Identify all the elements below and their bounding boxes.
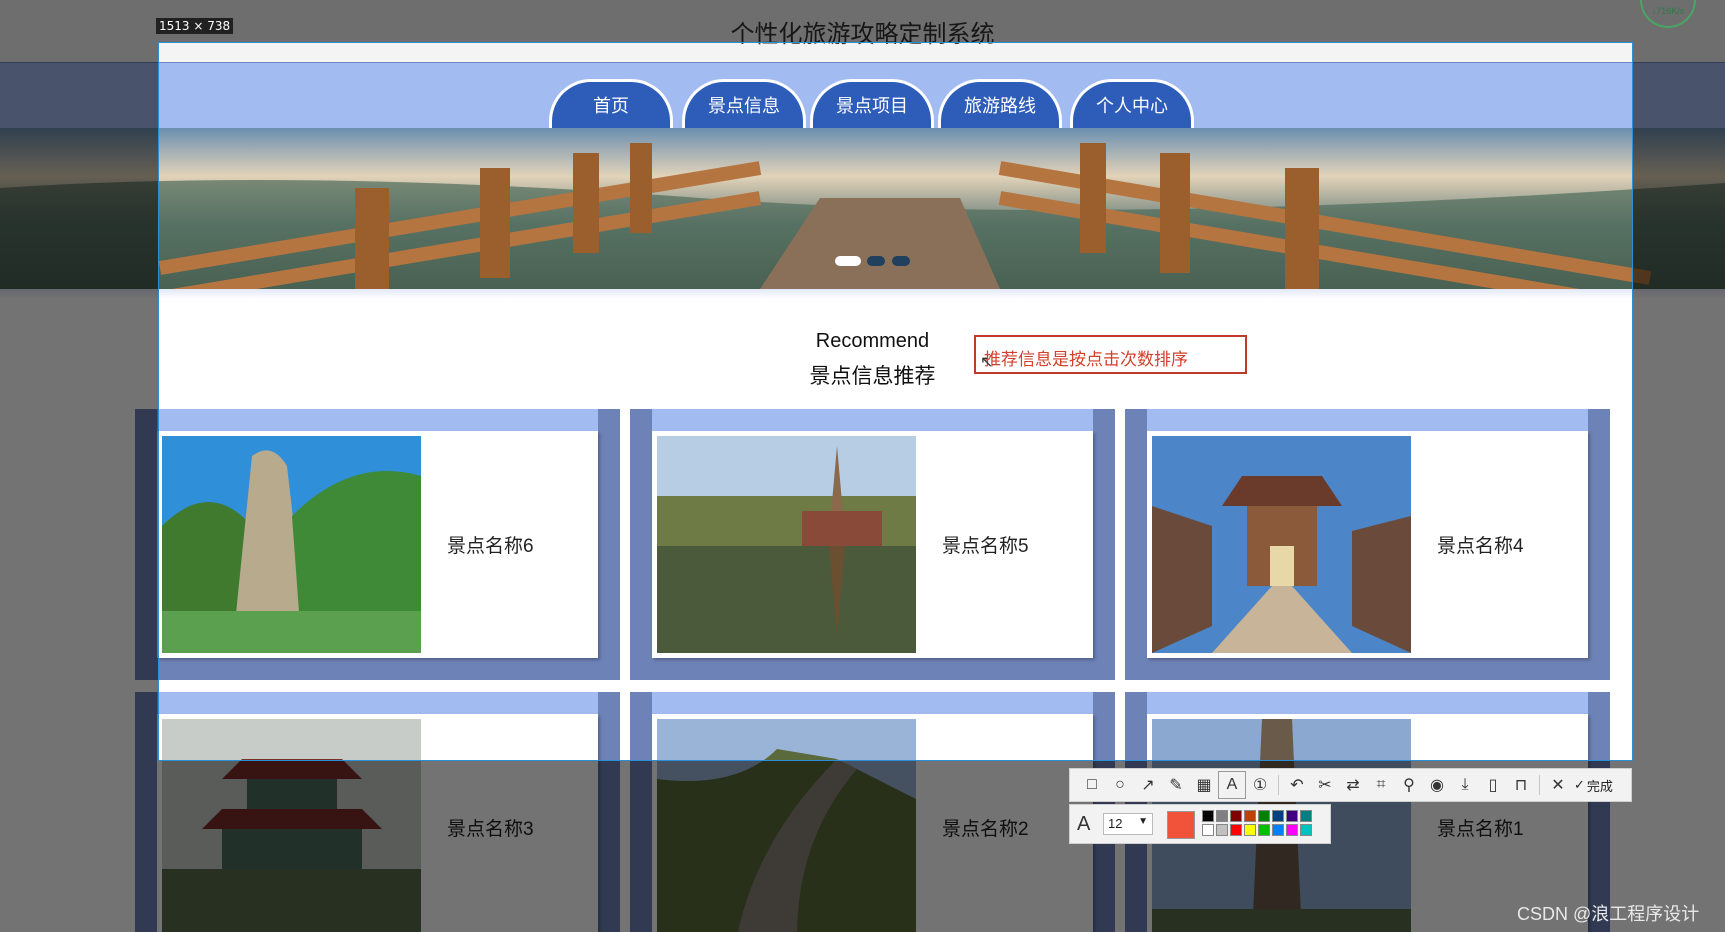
chevron-down-icon: ▼ <box>1138 816 1148 827</box>
color-swatch[interactable] <box>1300 824 1312 836</box>
undo-icon[interactable]: ↶ <box>1283 771 1311 799</box>
screenshot-dim-top <box>158 0 1633 42</box>
color-swatch[interactable] <box>1230 824 1242 836</box>
text-icon[interactable]: A <box>1218 771 1246 799</box>
cut-icon[interactable]: ✂ <box>1311 771 1339 799</box>
translate-icon[interactable]: ⇄ <box>1339 771 1367 799</box>
selection-size-label: 1513 × 738 <box>156 18 234 34</box>
done-button[interactable]: ✓ 完成 <box>1574 776 1613 795</box>
color-swatch[interactable] <box>1286 810 1298 822</box>
attraction-name[interactable]: 景点名称2 <box>942 814 1029 841</box>
long-screenshot-icon[interactable]: ▯ <box>1479 771 1507 799</box>
color-swatch[interactable] <box>1216 824 1228 836</box>
watermark: CSDN @浪工程序设计 <box>1517 904 1700 924</box>
color-swatch[interactable] <box>1216 810 1228 822</box>
toolbar-separator <box>1278 775 1279 795</box>
toolbar-separator <box>1539 775 1540 795</box>
ellipse-icon[interactable]: ○ <box>1106 771 1134 799</box>
screenshot-selection-frame[interactable] <box>158 42 1633 761</box>
color-swatch[interactable] <box>1202 824 1214 836</box>
pencil-icon[interactable]: ✎ <box>1162 771 1190 799</box>
screenshot-dim-right <box>1633 0 1725 761</box>
ocr-icon[interactable]: ⌗ <box>1367 771 1395 799</box>
color-swatch[interactable] <box>1272 810 1284 822</box>
color-swatch[interactable] <box>1244 810 1256 822</box>
color-swatch[interactable] <box>1258 824 1270 836</box>
color-swatch[interactable] <box>1300 810 1312 822</box>
checkmark-icon: ✓ <box>1574 777 1585 792</box>
color-swatch[interactable] <box>1230 810 1242 822</box>
screenshot-toolbar: □ ○ ↗ ✎ ▦ A ① ↶ ✂ ⇄ ⌗ ⚲ ◉ ⤓ ▯ ⊓ ✕ ✓ 完成 <box>1069 768 1632 802</box>
record-icon[interactable]: ◉ <box>1423 771 1451 799</box>
current-color-swatch[interactable] <box>1167 811 1195 839</box>
font-icon: A <box>1077 813 1091 835</box>
screenshot-dim-left <box>0 0 158 761</box>
color-swatch[interactable] <box>1272 824 1284 836</box>
text-options-bar: A 12 ▼ <box>1069 804 1331 844</box>
arrow-icon[interactable]: ↗ <box>1134 771 1162 799</box>
save-icon[interactable]: ⊓ <box>1507 771 1535 799</box>
attraction-name[interactable]: 景点名称1 <box>1437 814 1524 841</box>
done-label: 完成 <box>1586 778 1613 794</box>
pin-icon[interactable]: ⚲ <box>1395 771 1423 799</box>
close-icon[interactable]: ✕ <box>1544 771 1572 799</box>
attraction-name[interactable]: 景点名称3 <box>447 814 534 841</box>
mosaic-icon[interactable]: ▦ <box>1190 771 1218 799</box>
font-size-select[interactable]: 12 ▼ <box>1103 813 1153 835</box>
font-size-value: 12 <box>1108 816 1123 831</box>
color-swatch[interactable] <box>1258 810 1270 822</box>
number-icon[interactable]: ① <box>1246 771 1274 799</box>
rectangle-icon[interactable]: □ <box>1078 771 1106 799</box>
color-swatch[interactable] <box>1202 810 1214 822</box>
color-swatch[interactable] <box>1286 824 1298 836</box>
download-icon[interactable]: ⤓ <box>1451 771 1479 799</box>
color-swatch[interactable] <box>1244 824 1256 836</box>
